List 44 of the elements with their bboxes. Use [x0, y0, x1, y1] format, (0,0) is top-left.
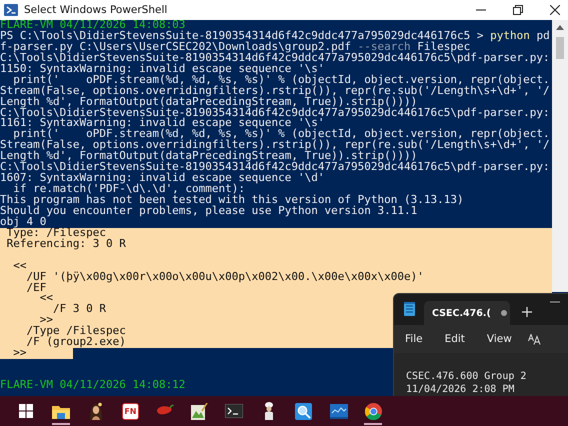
globe-icon[interactable] — [364, 402, 382, 420]
document-text-line: 11/04/2026 2:08 PM — [406, 383, 516, 396]
console-line: Should you encounter problems, please use Python version 3.11.1 — [0, 206, 418, 217]
document-text-line: CSEC.476.600 Group 2 — [406, 370, 528, 383]
console-line: FLARE-VM 04/11/2026 14:08:12 — [0, 380, 186, 391]
minimize-icon[interactable] — [550, 301, 560, 303]
console-line: print(' oPDF.stream(%d, %d, %s, %s)' % (objectId, object.version, repr(object. — [13, 129, 550, 140]
console-line: 1607: SyntaxWarning: invalid escape sequence '\d' — [0, 173, 325, 184]
console-line: C:\Tools\DidierStevensSuite-8190354314d6f42c9ddc477a795029dc446176c5\pdf-parser.py: — [0, 162, 550, 174]
new-tab-icon[interactable] — [522, 307, 532, 317]
fn-app-icon[interactable]: FN — [122, 402, 139, 420]
console-line: Length %d', FormatOutput(dataPrecedingStream, True)).strip()))) — [0, 151, 418, 162]
console-line: FLARE-VM 04/11/2026 14:08:03 — [0, 20, 186, 31]
console-line: Stream(False, options.overridingfilters).rstrip()), repr(re.sub('/Length\s+\d+', '/ — [0, 86, 550, 97]
console-line: obj 4 0 — [0, 216, 46, 228]
portrait-icon[interactable] — [88, 402, 104, 420]
window-title: Select Windows PowerShell — [24, 4, 168, 16]
scroll-thumb[interactable] — [556, 37, 564, 59]
maximize-icon[interactable] — [513, 5, 523, 15]
figure-icon[interactable] — [263, 402, 276, 420]
console-line: if re.match('PDF-\d\.\d', comment): — [13, 184, 246, 195]
terminal-icon[interactable] — [225, 404, 244, 418]
font-size-icon[interactable] — [528, 334, 541, 344]
console-line: 1161: SyntaxWarning: invalid escape sequence '\s' — [0, 118, 325, 130]
folder-icon[interactable] — [52, 404, 70, 418]
close-icon[interactable] — [550, 5, 560, 15]
scrollbar[interactable] — [552, 20, 568, 292]
console-line: PS C:\Tools\DidierStevensSuite-8190354314d6f42c9ddc477a795029dc446176c5 > python pd — [0, 30, 550, 42]
console-line: print(' oPDF.stream(%d, %d, %s, %s)' % (objectId, object.version, repr(object. — [13, 74, 550, 86]
console-line: C:\Tools\DidierStevensSuite-8190354314d6f42c9ddc477a795029dc446176c5\pdf-parser.py: — [0, 52, 550, 64]
scroll-up-icon[interactable] — [556, 25, 564, 30]
console-line: This program has not been tested with this version of Python (3.13.13) — [0, 195, 464, 206]
monitor-chart-icon[interactable] — [330, 404, 348, 418]
terminal-icon — [4, 4, 18, 16]
windows-logo-icon[interactable] — [19, 404, 34, 418]
notepad-icon — [404, 302, 415, 316]
document-tab[interactable]: CSEC.476.( — [424, 301, 510, 325]
console-line: Length %d', FormatOutput(dataPrecedingStream, True)).strip()))) — [0, 96, 418, 108]
console-line: Stream(False, options.overridingfilters).rstrip()), repr(re.sub('/Length\s+\d+', '/ — [0, 140, 550, 152]
console-line: C:\Tools\DidierStevensSuite-8190354314d6f42c9ddc477a795029dc446176c5\pdf-parser.py: — [0, 108, 550, 118]
magnifier-icon[interactable] — [295, 402, 312, 420]
console-line: 1150: SyntaxWarning: invalid escape sequence '\s' — [0, 64, 325, 75]
console-line: f-parser.py C:\Users\UserCSEC202\Downloads\group2.pdf --search Filespec — [0, 42, 470, 53]
image-editor-icon[interactable] — [191, 402, 208, 420]
